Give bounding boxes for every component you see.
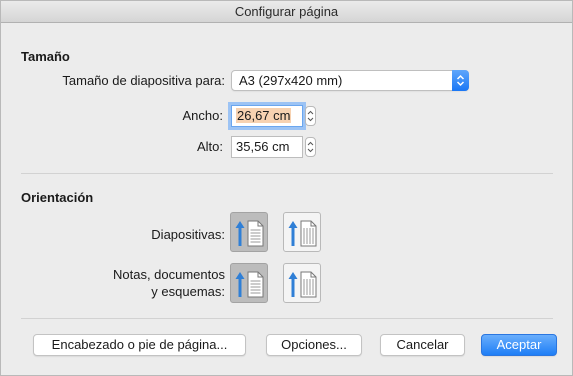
cancel-button[interactable]: Cancelar <box>380 334 465 356</box>
portrait-orientation-icon <box>235 220 264 247</box>
height-field[interactable]: 35,56 cm <box>231 136 303 158</box>
notes-label-line2: y esquemas: <box>151 284 225 299</box>
select-arrows-icon[interactable] <box>452 70 469 91</box>
slide-size-value: A3 (297x420 mm) <box>239 73 343 88</box>
accept-button[interactable]: Aceptar <box>481 334 557 356</box>
options-button[interactable]: Opciones... <box>266 334 362 356</box>
landscape-orientation-icon <box>288 220 317 247</box>
height-value: 35,56 cm <box>236 139 290 154</box>
landscape-orientation-icon <box>288 271 317 298</box>
header-footer-button[interactable]: Encabezado o pie de página... <box>33 334 246 356</box>
slide-size-select[interactable]: A3 (297x420 mm) <box>231 70 469 91</box>
section-divider <box>21 173 553 174</box>
notes-portrait-button[interactable] <box>230 263 268 303</box>
height-stepper[interactable] <box>305 137 316 157</box>
slide-size-label: Tamaño de diapositiva para: <box>62 73 225 88</box>
width-value: 26,67 cm <box>236 108 292 123</box>
stepper-arrows-icon <box>307 110 314 122</box>
notes-label-line1: Notas, documentos <box>112 267 225 282</box>
slides-orientation-label: Diapositivas: <box>151 227 225 242</box>
size-heading: Tamaño <box>21 49 70 64</box>
footer-divider <box>21 318 553 319</box>
notes-landscape-button[interactable] <box>283 263 321 303</box>
notes-orientation-label: Notas, documentos y esquemas: <box>113 266 225 300</box>
width-label: Ancho: <box>182 108 223 123</box>
width-field[interactable]: 26,67 cm <box>231 105 303 127</box>
stepper-arrows-icon <box>307 141 314 153</box>
height-label: Alto: <box>196 139 223 154</box>
orientation-heading: Orientación <box>21 190 94 205</box>
width-stepper[interactable] <box>305 106 316 126</box>
page-setup-dialog: Configurar página Tamaño Tamaño de diapo… <box>0 0 573 376</box>
slides-landscape-button[interactable] <box>283 212 321 252</box>
window-title: Configurar página <box>1 1 572 23</box>
portrait-orientation-icon <box>235 271 264 298</box>
slides-portrait-button[interactable] <box>230 212 268 252</box>
